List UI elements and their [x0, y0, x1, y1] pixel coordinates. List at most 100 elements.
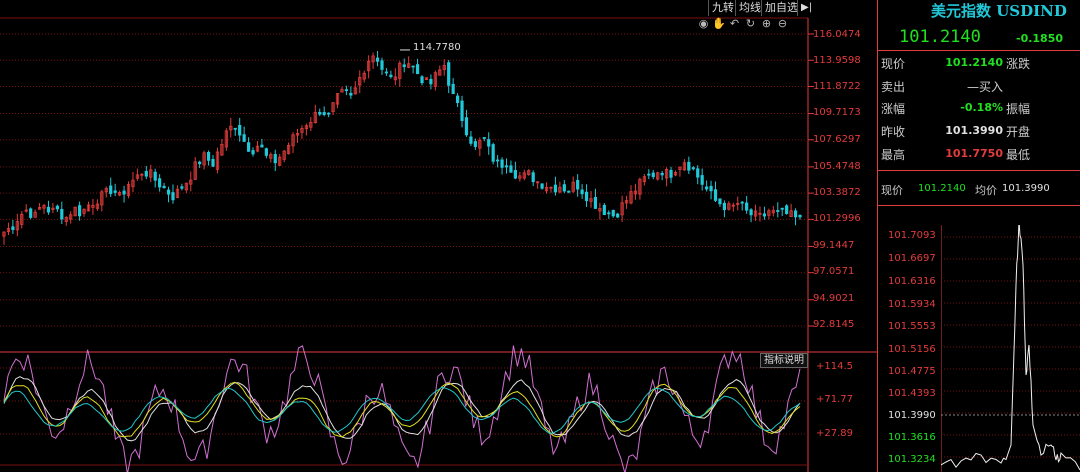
mini-axis-label: 101.3234 [888, 454, 936, 465]
candle-body [469, 136, 473, 144]
candle-body [322, 112, 326, 115]
y-axis-label: 116.0474 [813, 29, 861, 40]
candle-body [206, 151, 211, 161]
instrument-title: 美元指数 USDIND [931, 2, 1067, 20]
quote-label: 涨跌 [1006, 57, 1031, 71]
candle-body [651, 172, 655, 178]
mini-avg-value: 101.3990 [1002, 183, 1050, 194]
candle-body [415, 64, 420, 75]
candle-body [264, 148, 268, 156]
candle-body [429, 78, 433, 85]
mini-now-label: 现价 [881, 184, 903, 197]
quote-value: 101.2140 [945, 56, 1003, 69]
quote-value: 101.7750 [945, 147, 1003, 160]
candle-body [460, 100, 464, 121]
quote-label: 卖出 [881, 80, 906, 94]
candle-body [447, 62, 451, 86]
candle-body [60, 209, 64, 220]
candle-body [242, 134, 246, 142]
candle-body [616, 213, 620, 218]
y-axis-label: 107.6297 [813, 134, 861, 145]
mini-axis-label: 101.5934 [888, 299, 936, 310]
indicator-explain-button[interactable]: 指标说明 [760, 353, 808, 368]
candle-body [384, 71, 389, 74]
mini-axis-label: 101.6316 [888, 276, 936, 287]
candle-body [318, 111, 322, 115]
candle-body [745, 202, 749, 211]
add-watchlist-button[interactable]: 加自选 [761, 0, 801, 16]
candle-body [696, 168, 700, 178]
mini-axis-label: 101.6697 [888, 253, 936, 264]
eye-icon[interactable]: ◉ [697, 17, 710, 30]
hand-icon[interactable]: ✋ [712, 17, 726, 30]
quote-label: 昨收 [881, 125, 906, 139]
mini-axis-label: 101.7093 [888, 230, 936, 241]
candle-body [669, 169, 673, 178]
arrow-right-bar-icon[interactable]: ▶| [797, 0, 815, 16]
nine-turn-button[interactable]: 九转 [708, 0, 737, 16]
candle-body [531, 172, 535, 183]
candle-body [740, 201, 744, 204]
candle-body [11, 226, 15, 230]
candle-body [158, 178, 162, 188]
candle-body [647, 173, 651, 176]
undo-icon[interactable]: ↶ [728, 17, 741, 30]
candle-body [211, 158, 215, 167]
y-axis-label: 109.7173 [813, 107, 861, 118]
mini-axis-label: 101.3990 [888, 410, 936, 421]
y-axis-label: 113.9598 [813, 55, 861, 66]
candle-body [718, 198, 722, 205]
candle-body [113, 190, 117, 193]
candle-body [153, 171, 157, 181]
candle-body [660, 172, 664, 176]
candle-body [46, 206, 51, 213]
candle-body [713, 189, 718, 201]
candle-body [785, 205, 789, 214]
mini-axis-label: 101.3616 [888, 432, 936, 443]
candle-body [451, 83, 455, 95]
candle-body [420, 76, 424, 84]
candle-body [238, 124, 242, 136]
quote-label: 涨幅 [881, 102, 906, 116]
candle-body [567, 190, 571, 193]
quote-label: 现价 [881, 57, 906, 71]
candle-body [109, 185, 113, 195]
divider [878, 205, 1080, 206]
candle-body [55, 205, 59, 210]
mini-axis-label: 101.5553 [888, 321, 936, 332]
mini-now-value: 101.2140 [918, 183, 966, 194]
mini-avg-label: 均价 [975, 184, 997, 197]
mini-axis-label: 101.5156 [888, 344, 936, 355]
candle-body [602, 204, 606, 216]
moving-average-button[interactable]: 均线 [735, 0, 764, 16]
y-axis-label: 92.8145 [813, 319, 855, 330]
mini-axis-label: 101.4775 [888, 366, 936, 377]
candle-body [553, 184, 558, 193]
intraday-mini-chart[interactable] [941, 225, 1080, 472]
quote-label: 振幅 [1006, 102, 1031, 116]
y-axis-label: 97.0571 [813, 266, 855, 277]
candle-body [411, 65, 415, 68]
mini-axis-label: 101.4393 [888, 388, 936, 399]
refresh-icon[interactable]: ↻ [744, 17, 757, 30]
quote-value: 101.3990 [945, 124, 1003, 137]
zoom-out-icon[interactable]: ⊖ [776, 17, 789, 30]
candle-body [233, 127, 237, 130]
candle-body [780, 207, 784, 210]
main-candlestick-chart[interactable] [0, 0, 877, 472]
candle-body [580, 189, 584, 195]
candle-body [402, 64, 406, 68]
divider [878, 50, 1080, 51]
candle-body [691, 167, 695, 170]
candle-body [122, 190, 126, 195]
candle-body [260, 144, 264, 148]
candle-body [327, 112, 331, 115]
quote-value: -0.18% [960, 101, 1003, 114]
candle-body [171, 192, 175, 201]
candle-body [500, 159, 504, 168]
candle-body [607, 212, 611, 215]
candle-body [482, 137, 486, 139]
candle-body [251, 150, 255, 155]
current-price: 101.2140 [899, 27, 981, 47]
zoom-in-icon[interactable]: ⊕ [760, 17, 773, 30]
